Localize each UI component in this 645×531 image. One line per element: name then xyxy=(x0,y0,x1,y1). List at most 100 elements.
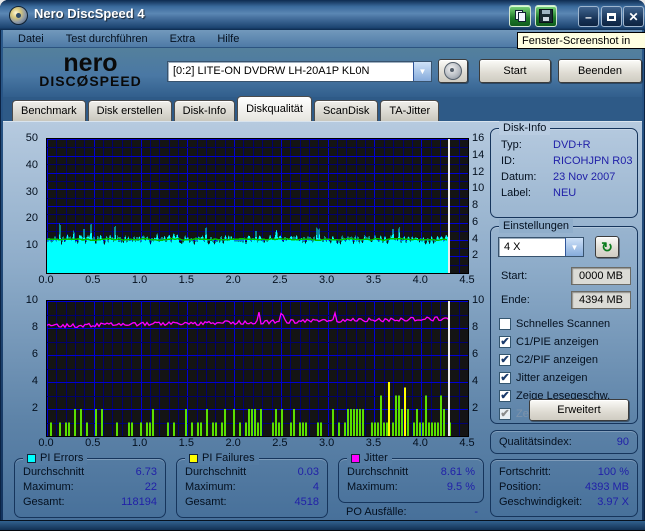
axis-tick-label: 8 xyxy=(472,199,479,211)
chevron-down-icon[interactable]: ▼ xyxy=(565,238,583,256)
jitter-pif-chart xyxy=(46,300,469,437)
pi-errors-legend-icon xyxy=(27,453,36,463)
start-field[interactable]: 0000 MB xyxy=(571,267,631,285)
checkbox-c2-pif-anzeigen[interactable]: ✔ C2/PIF anzeigen xyxy=(499,353,598,367)
axis-tick-label: 6 xyxy=(31,348,38,360)
axis-tick-label: 10 xyxy=(472,182,485,195)
pi-errors-stats-panel: PI Errors Durchschnitt 6.73 Maximum: 22 Ge… xyxy=(14,451,166,518)
close-button[interactable]: ✕ xyxy=(623,6,644,27)
po-failures-value: - xyxy=(474,506,478,518)
axis-tick-label: 4.0 xyxy=(412,274,428,286)
axis-tick-label: 8 xyxy=(31,321,38,333)
checkbox-icon: ✔ xyxy=(499,336,511,348)
pi-errors-stats-title: PI Errors xyxy=(40,452,84,464)
menu-extra[interactable]: Extra xyxy=(170,33,196,45)
menu-hilfe[interactable]: Hilfe xyxy=(217,33,239,45)
checkbox-icon: ✔ xyxy=(499,354,511,366)
pi-failures-stats-title: PI Failures xyxy=(202,452,255,464)
start-button[interactable]: Start xyxy=(479,59,551,83)
tab-scandisk[interactable]: ScanDisk xyxy=(313,100,379,121)
minimize-button[interactable]: – xyxy=(578,6,599,27)
disc-icon: Ø xyxy=(76,73,90,90)
window-title: Nero DiscSpeed 4 xyxy=(34,6,145,21)
axis-tick-label: 0.5 xyxy=(85,274,101,286)
end-field-row: Ende: 4394 MB xyxy=(501,291,631,309)
tab-disk-erstellen[interactable]: Disk erstellen xyxy=(87,100,172,121)
axis-tick-label: 2.0 xyxy=(225,437,241,449)
end-field[interactable]: 4394 MB xyxy=(571,291,631,309)
app-icon xyxy=(9,6,28,25)
jitter-stats-panel: Jitter Durchschnitt 8.61 % Maximum: 9.5 % xyxy=(338,451,484,503)
quit-button[interactable]: Beenden xyxy=(558,59,642,83)
app-window: Nero DiscSpeed 4 – ✕ Datei Test durchfüh… xyxy=(0,0,645,531)
disk-info-title: Disk-Info xyxy=(499,121,551,135)
chevron-down-icon[interactable]: ▼ xyxy=(413,62,431,81)
axis-tick-label: 10 xyxy=(472,294,485,306)
axis-tick-label: 1.5 xyxy=(178,437,194,449)
axis-tick-label: 1.5 xyxy=(178,274,194,286)
axis-tick-label: 30 xyxy=(25,185,38,198)
checkbox-c1-pie-anzeigen[interactable]: ✔ C1/PIE anzeigen xyxy=(499,335,599,349)
speed-value: 3.97 X xyxy=(597,496,629,508)
tab-diskqualitaet[interactable]: Diskqualität xyxy=(237,96,312,121)
axis-tick-label: 16 xyxy=(472,132,485,144)
checkbox-schnelles-scannen[interactable]: Schnelles Scannen xyxy=(499,317,610,331)
quality-index-label: Qualitätsindex: xyxy=(499,436,572,448)
axis-tick-label: 4 xyxy=(31,375,38,387)
speed-select-value: 4 X xyxy=(504,241,521,253)
save-icon xyxy=(539,9,553,23)
jitter-stats-title: Jitter xyxy=(364,452,388,464)
copy-icon xyxy=(514,10,526,22)
drive-select[interactable]: [0:2] LITE-ON DVDRW LH-20A1P KL0N ▼ xyxy=(167,61,432,82)
advanced-button[interactable]: Erweitert xyxy=(529,399,629,421)
checkbox-icon: ✔ xyxy=(499,372,511,384)
axis-tick-label: 10 xyxy=(25,294,38,306)
position-value: 4393 MB xyxy=(584,481,629,493)
checkbox-icon: ✔ xyxy=(499,408,511,420)
refresh-button[interactable]: ↻ xyxy=(595,236,619,258)
disk-info-value: NEU xyxy=(553,187,577,199)
eject-button[interactable] xyxy=(438,59,468,83)
axis-tick-label: 1.0 xyxy=(131,437,148,449)
axis-tick-label: 2.5 xyxy=(272,274,288,286)
axis-tick-label: 40 xyxy=(25,158,38,171)
menu-test-durchfuehren[interactable]: Test durchführen xyxy=(66,33,148,45)
tab-benchmark[interactable]: Benchmark xyxy=(12,100,86,121)
axis-tick-label: 4.5 xyxy=(459,274,475,286)
position-label: Position: xyxy=(499,481,542,493)
axis-tick-label: 4 xyxy=(472,232,479,245)
checkbox-icon xyxy=(499,318,511,330)
nero-logo: nero DISCØSPEED xyxy=(28,51,153,90)
axis-tick-label: 1.0 xyxy=(131,274,148,286)
checkbox-icon: ✔ xyxy=(499,390,511,402)
save-screenshot-button[interactable] xyxy=(535,5,557,27)
end-field-label: Ende: xyxy=(501,294,530,306)
pi-failures-stats-panel: PI Failures Durchschnitt 0.03 Maximum: 4 G… xyxy=(176,451,328,518)
tab-bar: Benchmark Disk erstellen Disk-Info Diskq… xyxy=(3,96,642,121)
start-field-label: Start: xyxy=(501,270,528,282)
pi-failures-legend-icon xyxy=(189,453,198,463)
settings-title: Einstellungen xyxy=(499,219,574,233)
tab-disk-info[interactable]: Disk-Info xyxy=(173,100,236,121)
progress-panel: Fortschritt: 100 % Position: 4393 MB Gesch… xyxy=(490,459,638,517)
drive-select-value: [0:2] LITE-ON DVDRW LH-20A1P KL0N xyxy=(173,65,370,77)
title-bar: Nero DiscSpeed 4 – ✕ xyxy=(0,0,645,30)
axis-tick-label: 2.5 xyxy=(272,437,288,449)
axis-tick-label: 6 xyxy=(472,348,479,360)
menu-datei[interactable]: Datei xyxy=(18,33,44,45)
speed-label: Geschwindigkeit: xyxy=(499,496,583,508)
axis-tick-label: 6 xyxy=(472,215,479,228)
speed-select[interactable]: 4 X ▼ xyxy=(498,237,584,257)
axis-tick-label: 2 xyxy=(472,249,479,262)
eject-disc-icon xyxy=(444,62,462,80)
axis-tick-label: 10 xyxy=(25,239,38,252)
maximize-button[interactable] xyxy=(601,6,622,27)
disk-info-value: 23 Nov 2007 xyxy=(553,171,616,183)
settings-panel: Einstellungen 4 X ▼ ↻ Start: 0000 MB End… xyxy=(490,219,638,424)
copy-screenshot-button[interactable] xyxy=(509,5,531,27)
checkbox-jitter-anzeigen[interactable]: ✔ Jitter anzeigen xyxy=(499,371,588,385)
tab-ta-jitter[interactable]: TA-Jitter xyxy=(380,100,440,121)
disk-info-label: Typ: xyxy=(501,139,522,151)
disk-info-label: Datum: xyxy=(501,171,537,183)
axis-tick-label: 3.0 xyxy=(319,274,335,286)
